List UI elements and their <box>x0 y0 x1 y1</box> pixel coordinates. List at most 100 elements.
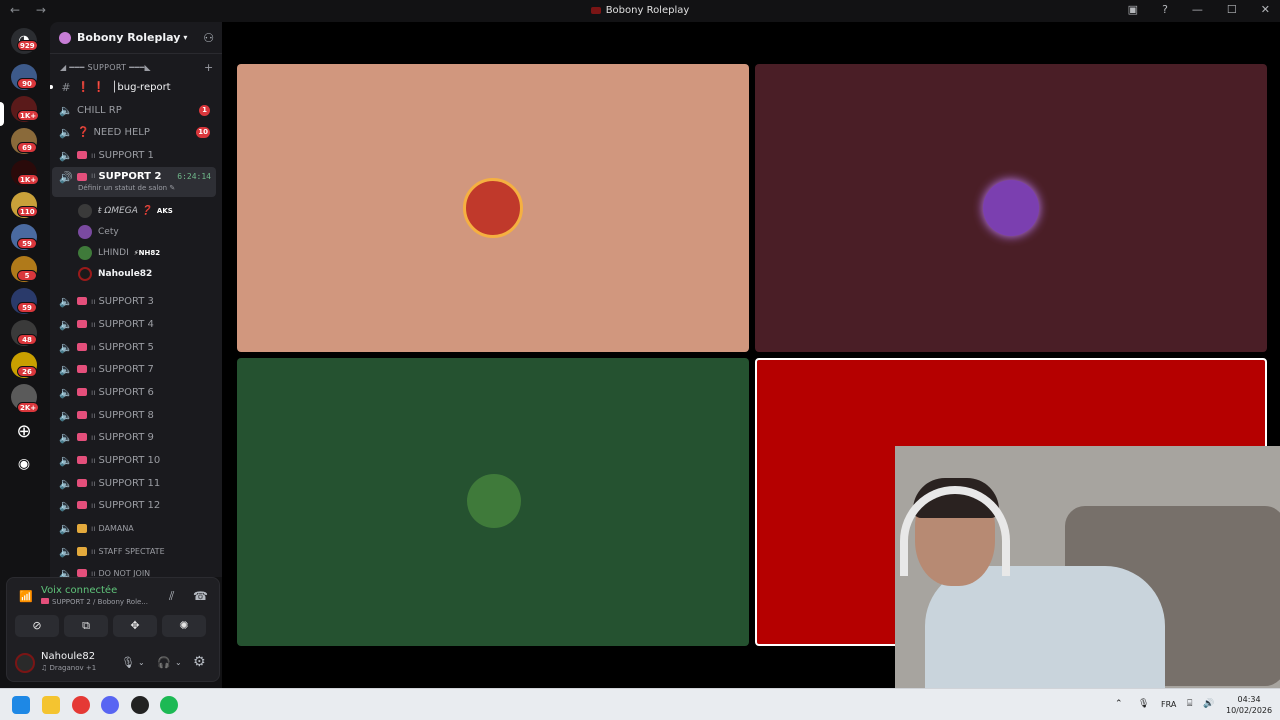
channel-name: CHILL RP <box>77 104 122 116</box>
channel-name: SUPPORT 11 <box>98 477 161 489</box>
channel-status[interactable]: Définir un statut de salon ✎ <box>78 184 175 192</box>
sos-icon <box>77 173 87 181</box>
channel-name: DO NOT JOIN <box>98 568 151 578</box>
channel-staff-spectate[interactable]: 🔈 ıı STAFF SPECTATE <box>52 541 216 561</box>
window-title: Bobony Roleplay <box>0 5 1280 16</box>
chrome-icon[interactable] <box>72 696 90 714</box>
speaker-locked-icon: 🔈 <box>59 385 73 399</box>
participant-tile[interactable] <box>237 64 749 352</box>
participant-tile[interactable] <box>237 358 749 646</box>
headphones-icon[interactable]: 🎧 <box>157 656 171 669</box>
channel-damana[interactable]: 🔈 ıı DAMANA <box>52 518 216 538</box>
app-icon[interactable] <box>131 696 149 714</box>
channel-support-11[interactable]: 🔈 ıı SUPPORT 11 <box>52 473 216 493</box>
voice-status[interactable]: Voix connectée <box>41 585 117 596</box>
spotify-icon[interactable] <box>160 696 178 714</box>
channel-support-5[interactable]: 🔈 ıı SUPPORT 5 <box>52 337 216 357</box>
server-header[interactable]: Bobony Roleplay ▾ ⚇ <box>50 22 222 54</box>
user-name: Cety <box>98 227 119 237</box>
minimize-button[interactable]: — <box>1192 3 1203 16</box>
unread-indicator <box>50 85 53 89</box>
user-name[interactable]: Nahoule82 <box>41 651 95 662</box>
add-server-icon[interactable]: ⊕ <box>11 419 37 445</box>
channel-need-help[interactable]: 🔈 ❓ NEED HELP 10 <box>52 122 216 142</box>
channel-support-9[interactable]: 🔈 ıı SUPPORT 9 <box>52 427 216 447</box>
invite-people-icon[interactable]: ⚇ <box>203 31 214 45</box>
windows-start-icon[interactable] <box>12 696 30 714</box>
sos-icon <box>77 320 87 328</box>
sos-icon <box>77 456 87 464</box>
microphone-icon[interactable]: 🎙 <box>121 656 135 669</box>
channel-support-4[interactable]: 🔈 ıı SUPPORT 4 <box>52 314 216 334</box>
webcam-overlay <box>895 446 1280 688</box>
noise-suppression-icon[interactable]: ⫽ <box>169 589 174 604</box>
sos-icon <box>77 411 87 419</box>
avatar <box>463 178 523 238</box>
close-button[interactable]: ✕ <box>1261 3 1270 16</box>
voice-user[interactable]: Cety <box>78 222 119 242</box>
file-explorer-icon[interactable] <box>42 696 60 714</box>
lock-icon <box>77 546 87 556</box>
speaker-locked-icon: 🔈 <box>59 125 73 139</box>
server-badge: 1K+ <box>17 174 40 185</box>
add-channel-icon[interactable]: + <box>204 61 214 74</box>
speaker-locked-icon: 🔈 <box>59 498 73 512</box>
channel-bug-report[interactable]: # ❗ ❗ │bug-report <box>50 77 216 97</box>
signal-icon[interactable]: 📶 <box>19 590 33 603</box>
channel-support-6[interactable]: 🔈 ıı SUPPORT 6 <box>52 382 216 402</box>
discover-icon[interactable]: ◉ <box>11 451 37 477</box>
maximize-button[interactable]: ☐ <box>1227 3 1237 16</box>
speaker-locked-icon: 🔈 <box>59 430 73 444</box>
speaker-locked-icon: 🔈 <box>59 148 73 162</box>
server-logo-icon <box>590 6 601 14</box>
avatar[interactable] <box>15 653 35 673</box>
channel-support-2[interactable]: 🔊 ıı SUPPORT 2 6:24:14 Définir un statut de … <box>52 167 216 197</box>
volume-icon[interactable]: 🔊 <box>1203 699 1214 709</box>
speaker-locked-icon: 🔈 <box>59 476 73 490</box>
server-badge: 26 <box>17 366 37 377</box>
sos-icon <box>77 297 87 305</box>
title-bar: ← → Bobony Roleplay ▣ ? — ☐ ✕ <box>0 0 1280 22</box>
channel-do-not-join[interactable]: 🔈 ıı DO NOT JOIN <box>52 563 216 577</box>
gear-icon[interactable]: ⚙ <box>193 654 206 670</box>
channel-support-8[interactable]: 🔈 ıı SUPPORT 8 <box>52 405 216 425</box>
soundboard-button[interactable]: ✺ <box>162 615 206 637</box>
speaker-locked-icon: 🔈 <box>59 566 73 578</box>
network-icon[interactable]: ⌸ <box>1187 699 1192 709</box>
sos-icon <box>77 433 87 441</box>
chevron-down-icon[interactable]: ⌄ <box>138 658 145 667</box>
help-icon[interactable]: ? <box>1162 3 1168 16</box>
category-support[interactable]: ◢ ━━━ SUPPORT ━━━◣ + <box>60 61 213 74</box>
voice-channel-info: SUPPORT 2 / Bobony Role... <box>41 598 148 606</box>
channel-chill-rp[interactable]: 🔈 CHILL RP 1 <box>52 100 216 120</box>
channel-support-1[interactable]: 🔈 ıı SUPPORT 1 <box>52 145 216 165</box>
share-screen-button[interactable]: ⧉ <box>64 615 108 637</box>
channel-name: SUPPORT 10 <box>98 454 161 466</box>
channel-support-3[interactable]: 🔈 ıı SUPPORT 3 <box>52 291 216 311</box>
channel-support-12[interactable]: 🔈 ıı SUPPORT 12 <box>52 495 216 515</box>
inbox-icon[interactable]: ▣ <box>1128 3 1138 16</box>
clock[interactable]: 04:34 10/02/2026 <box>1226 694 1272 716</box>
sos-icon <box>77 388 87 396</box>
chevron-up-icon[interactable]: ⌃ <box>1115 699 1123 709</box>
participant-tile[interactable] <box>755 64 1267 352</box>
language-indicator[interactable]: FRA <box>1161 700 1176 709</box>
microphone-icon[interactable]: 🎙 <box>1138 699 1149 709</box>
avatar <box>78 267 92 281</box>
server-name: Bobony Roleplay <box>77 31 181 44</box>
server-badge: 48 <box>17 334 37 345</box>
chevron-down-icon: ▾ <box>183 33 188 42</box>
voice-user[interactable]: ŧ ΩMEGA ❓ AKS <box>78 201 173 221</box>
voice-user-self[interactable]: Nahoule82 <box>78 264 152 284</box>
chevron-down-icon[interactable]: ⌄ <box>175 658 182 667</box>
no-entry-icon <box>77 569 87 577</box>
disconnect-icon[interactable]: ☎ <box>193 589 208 603</box>
channel-support-10[interactable]: 🔈 ıı SUPPORT 10 <box>52 450 216 470</box>
speaker-locked-icon: 🔈 <box>59 362 73 376</box>
channel-support-7[interactable]: 🔈 ıı SUPPORT 7 <box>52 359 216 379</box>
window-title-text: Bobony Roleplay <box>605 5 690 16</box>
voice-user[interactable]: LHINDI ⚡NH82 <box>78 243 160 263</box>
camera-off-button[interactable]: ⊘ <box>15 615 59 637</box>
discord-icon[interactable] <box>101 696 119 714</box>
activities-button[interactable]: ✥ <box>113 615 157 637</box>
